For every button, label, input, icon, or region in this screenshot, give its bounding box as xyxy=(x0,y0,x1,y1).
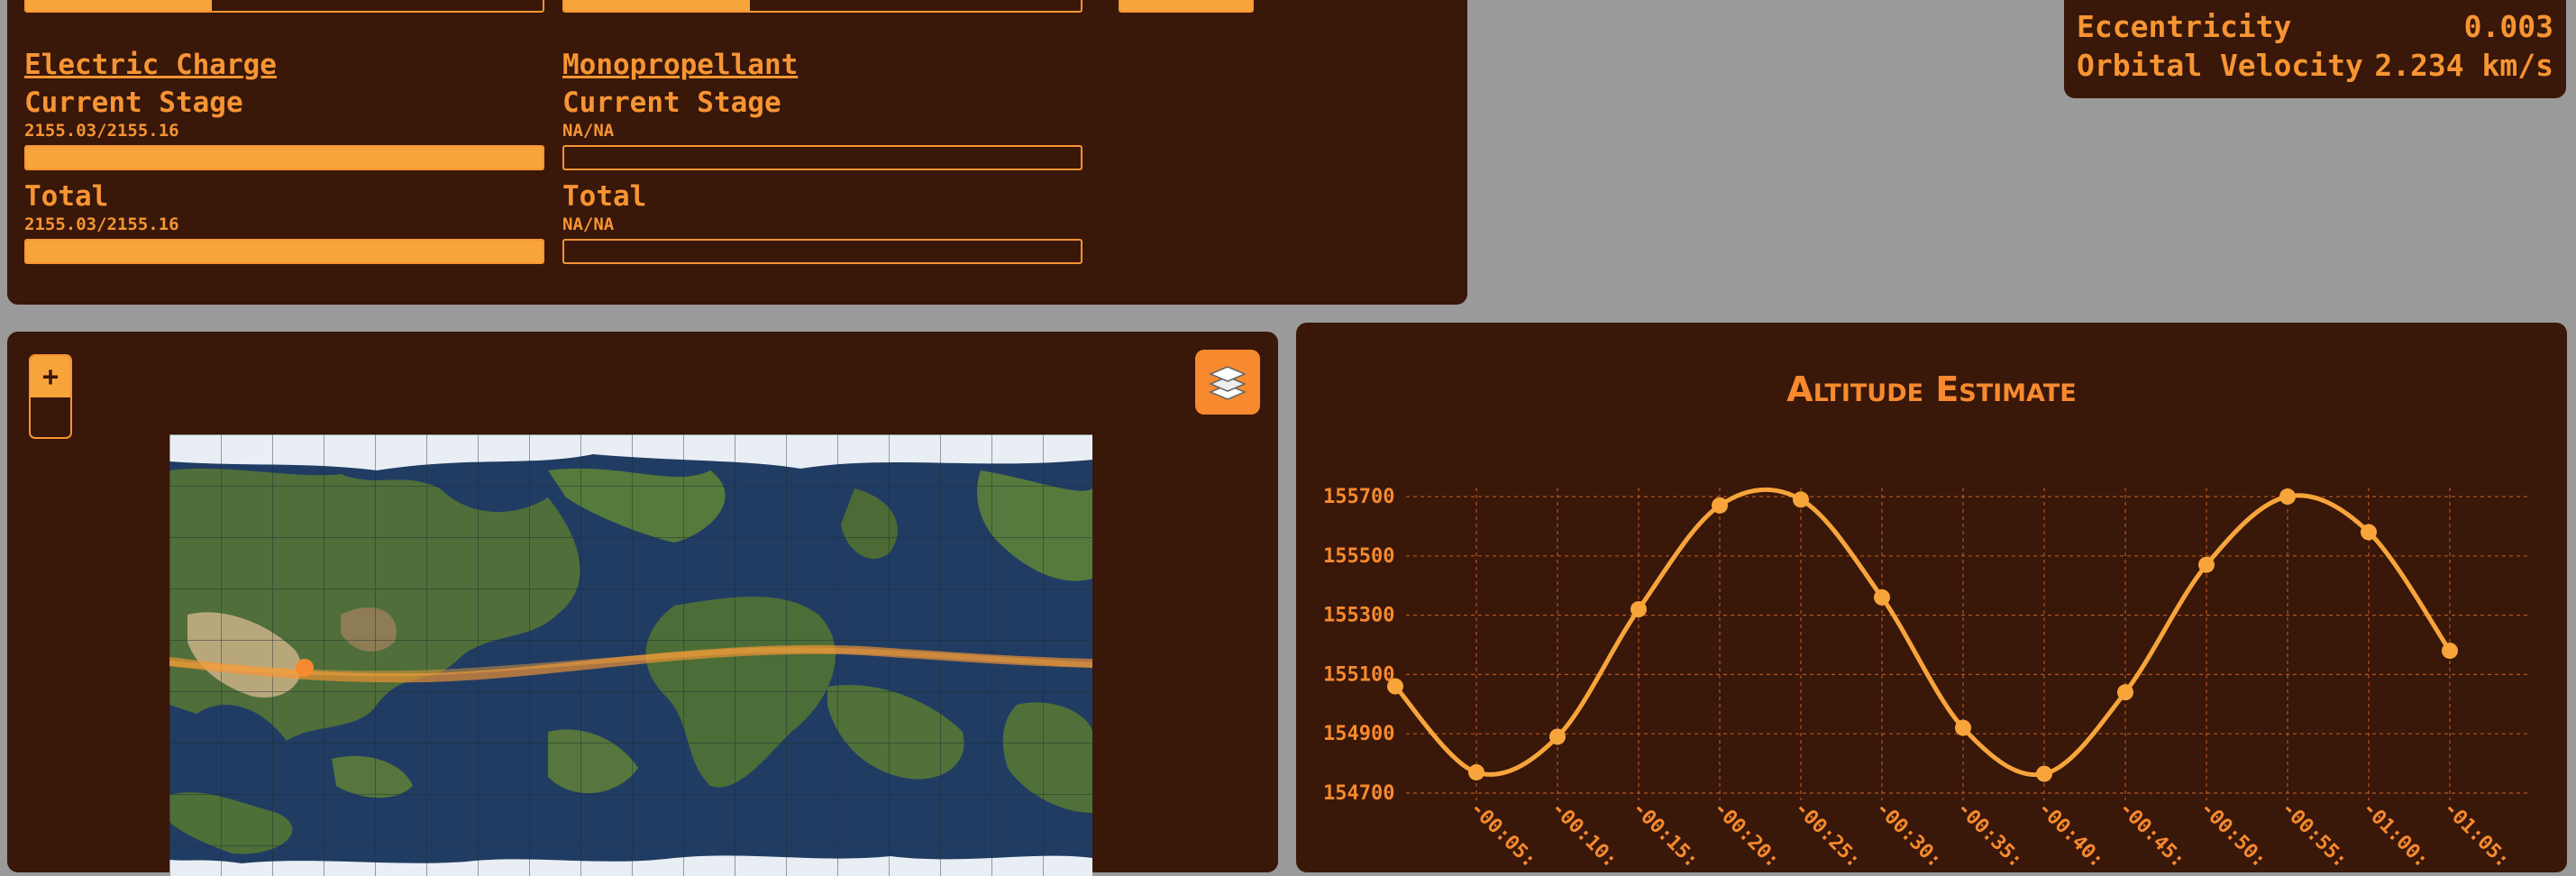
total-value: 2155.03/2155.16 xyxy=(24,214,179,234)
x-tick-label: -00:10: xyxy=(1547,798,1621,872)
x-tick-label: -00:55: xyxy=(2277,798,2352,872)
zoom-in-button[interactable]: + xyxy=(31,356,70,397)
x-tick-label: -00:40: xyxy=(2033,798,2108,872)
altitude-chart: 154700 154900 155100 155300 155500 155700 -00:… xyxy=(1323,486,2529,872)
resource-bar-fill xyxy=(26,0,213,11)
altitude-data-point xyxy=(2279,488,2296,505)
altitude-data-point xyxy=(1468,763,1484,780)
altitude-data-point xyxy=(1549,728,1566,745)
resource-bar-top-2 xyxy=(562,0,1082,13)
planet-map[interactable] xyxy=(169,434,1092,876)
electric-charge-stage-bar xyxy=(24,145,544,170)
x-tick-label: -00:05: xyxy=(1466,798,1540,872)
stage-label: Current Stage xyxy=(24,87,243,119)
altitude-data-point xyxy=(1387,678,1403,695)
resource-bar-fill xyxy=(26,241,543,262)
orbital-velocity-value: 2.234 km/s xyxy=(2374,48,2553,83)
y-tick-label: 154900 xyxy=(1323,723,1394,745)
x-tick-label: -00:25: xyxy=(1790,798,1865,872)
x-tick-label: -00:35: xyxy=(1952,798,2027,872)
planet-map-image xyxy=(169,434,1092,876)
altitude-data-point xyxy=(2361,524,2377,541)
resource-bar-top-3 xyxy=(1119,0,1254,13)
zoom-control: + xyxy=(29,354,72,439)
altitude-data-point xyxy=(2036,765,2052,782)
y-tick-label: 155100 xyxy=(1323,663,1394,686)
orbital-velocity-label: Orbital Velocity xyxy=(2077,48,2363,83)
zoom-out-button[interactable] xyxy=(31,397,70,437)
electric-charge-total-bar xyxy=(24,239,544,264)
resource-bar-fill xyxy=(26,147,543,169)
eccentricity-value: 0.003 xyxy=(2463,9,2553,44)
altitude-chart-panel: Altitude Estimate 154700 154900 155100 1553… xyxy=(1296,323,2567,872)
resource-title-electric-charge[interactable]: Electric Charge xyxy=(24,49,277,81)
altitude-data-point xyxy=(1712,497,1728,514)
stage-value: 2155.03/2155.16 xyxy=(24,121,179,141)
resource-bar-fill xyxy=(1120,0,1252,11)
layers-icon xyxy=(1209,366,1247,400)
x-tick-label: -00:15: xyxy=(1628,798,1703,872)
altitude-data-point xyxy=(1793,491,1809,508)
altitude-data-point xyxy=(2117,684,2133,701)
altitude-data-point xyxy=(1631,601,1647,618)
stage-label: Current Stage xyxy=(562,87,781,119)
vessel-position-marker[interactable] xyxy=(296,659,314,677)
orbit-info-panel: Eccentricity 0.003 Orbital Velocity 2.23… xyxy=(2064,0,2566,98)
y-tick-label: 155300 xyxy=(1323,605,1394,627)
resource-bar-top-1 xyxy=(24,0,544,13)
ground-track-map-panel: + xyxy=(7,332,1278,876)
altitude-data-point xyxy=(2442,643,2458,660)
total-label: Total xyxy=(24,180,109,213)
x-tick-label: -01:00: xyxy=(2358,798,2433,872)
altitude-data-point xyxy=(1874,589,1890,606)
y-tick-label: 155500 xyxy=(1323,545,1394,568)
layers-button[interactable] xyxy=(1195,350,1260,415)
monopropellant-total-bar xyxy=(562,239,1082,264)
total-value: NA/NA xyxy=(562,214,615,234)
x-tick-label: -00:50: xyxy=(2196,798,2270,872)
eccentricity-label: Eccentricity xyxy=(2077,9,2292,44)
x-tick-label: -00:20: xyxy=(1709,798,1784,872)
y-tick-label: 155700 xyxy=(1323,486,1394,508)
x-tick-label: -01:05: xyxy=(2439,798,2514,872)
stage-value: NA/NA xyxy=(562,121,615,141)
resources-panel: Electric Charge Current Stage 2155.03/21… xyxy=(7,0,1467,305)
x-tick-label: -00:30: xyxy=(1871,798,1946,872)
altitude-data-point xyxy=(2198,556,2215,573)
x-tick-label: -00:45: xyxy=(2115,798,2189,872)
total-label: Total xyxy=(562,180,647,213)
monopropellant-stage-bar xyxy=(562,145,1082,170)
resource-bar-fill xyxy=(564,0,751,11)
resource-title-monopropellant[interactable]: Monopropellant xyxy=(562,49,798,81)
y-tick-label: 154700 xyxy=(1323,782,1394,805)
altitude-data-point xyxy=(1955,719,1971,736)
